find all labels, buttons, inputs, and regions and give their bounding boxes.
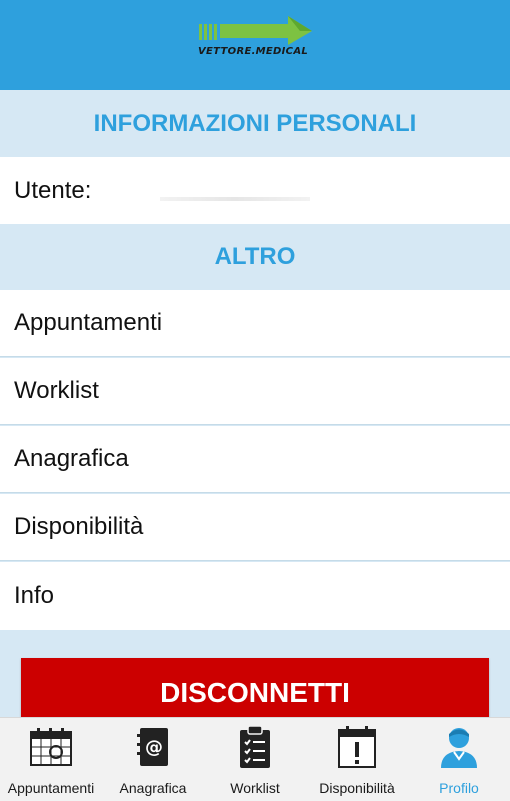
tab-worklist[interactable]: Worklist — [204, 718, 306, 801]
clipboard-checklist-icon — [237, 724, 273, 770]
logo-text: VETTORE.MEDICAL — [198, 46, 309, 57]
menu-item-worklist[interactable]: Worklist — [0, 358, 510, 425]
user-label: Utente: — [14, 176, 92, 204]
tab-profilo[interactable]: Profilo — [408, 718, 510, 801]
tab-disponibilita[interactable]: Disponibilità — [306, 718, 408, 801]
calendar-alert-icon — [337, 724, 377, 770]
app-header: VETTORE.MEDICAL — [0, 0, 510, 90]
tab-label: Worklist — [230, 780, 280, 796]
menu-item-anagrafica[interactable]: Anagrafica — [0, 426, 510, 493]
user-value — [160, 197, 310, 201]
other-section-header: ALTRO — [0, 224, 510, 290]
bottom-tab-bar: Appuntamenti @ Anagrafica Worklist Dispo… — [0, 717, 510, 801]
address-book-icon: @ — [135, 724, 171, 770]
tab-label: Profilo — [439, 780, 479, 796]
svg-text:@: @ — [145, 737, 163, 758]
personal-info-header: INFORMAZIONI PERSONALI — [0, 91, 510, 157]
tab-anagrafica[interactable]: @ Anagrafica — [102, 718, 204, 801]
tab-appuntamenti[interactable]: Appuntamenti — [0, 718, 102, 801]
vettore-medical-logo: VETTORE.MEDICAL — [196, 14, 316, 62]
user-profile-icon — [439, 724, 479, 770]
tab-label: Anagrafica — [119, 780, 187, 796]
menu-item-info[interactable]: Info — [0, 562, 510, 630]
menu-item-disponibilita[interactable]: Disponibilità — [0, 494, 510, 561]
tab-label: Disponibilità — [319, 780, 395, 796]
calendar-icon — [29, 724, 73, 770]
user-row: Utente: — [0, 157, 510, 224]
tab-label: Appuntamenti — [7, 780, 95, 796]
menu-item-appuntamenti[interactable]: Appuntamenti — [0, 290, 510, 357]
